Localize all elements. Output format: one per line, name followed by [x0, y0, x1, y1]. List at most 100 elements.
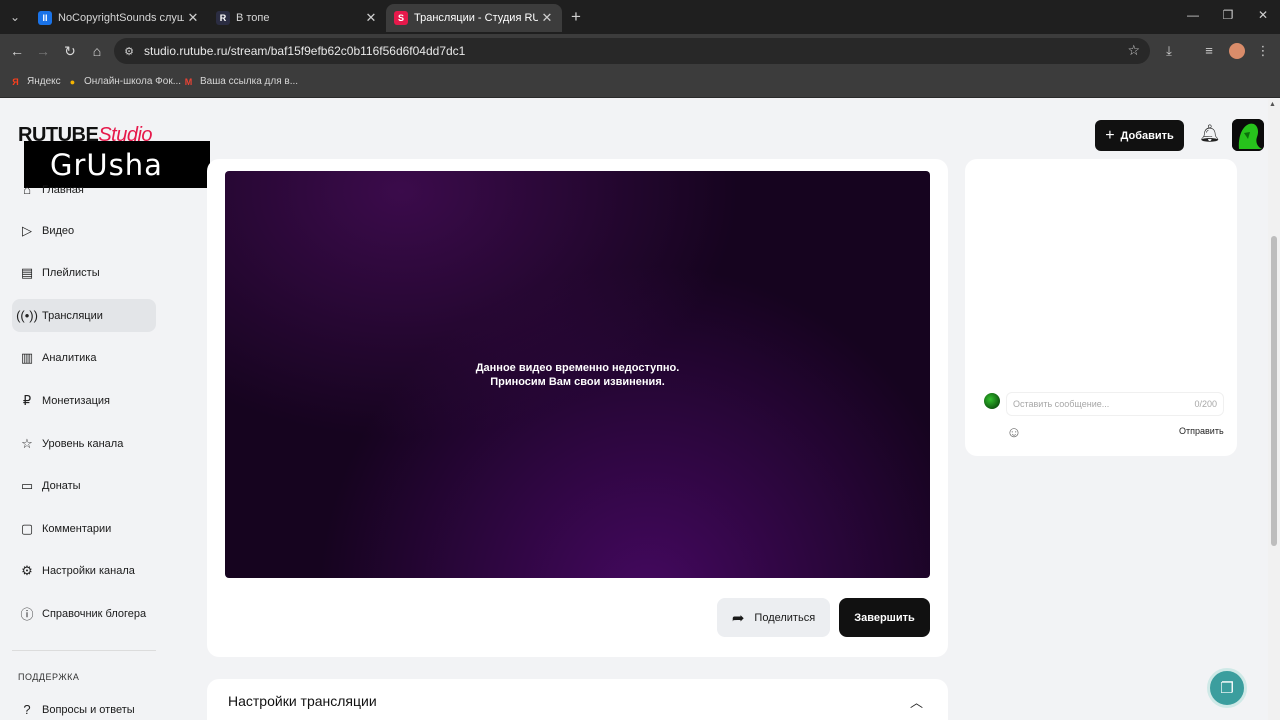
scroll-up-arrow-icon[interactable]: ▲ — [1269, 101, 1276, 108]
ruble-icon: ₽ — [22, 392, 32, 408]
window-close-icon[interactable]: ✕ — [1254, 8, 1272, 22]
notifications-bell-icon[interactable]: 🔔︎ — [1199, 124, 1221, 144]
sidebar-item-donations[interactable]: ▭ Донаты — [12, 469, 156, 502]
char-counter: 0/200 — [1194, 399, 1217, 409]
bookmark-star-icon[interactable]: ☆ — [1127, 42, 1140, 59]
sidebar-item-video[interactable]: ▷ Видео — [12, 214, 156, 247]
add-button[interactable]: + Добавить — [1095, 120, 1184, 151]
sidebar-item-label: Главная — [42, 183, 84, 196]
chat-user-avatar — [984, 393, 1000, 409]
chat-message-input[interactable] — [1013, 399, 1195, 409]
close-icon[interactable]: ✕ — [362, 10, 380, 26]
restore-icon[interactable]: ❐ — [1219, 8, 1237, 22]
sidebar-item-comments[interactable]: ▢ Комментарии — [12, 512, 156, 545]
support-chat-fab[interactable]: ❐ — [1207, 668, 1247, 708]
sidebar-divider — [12, 650, 156, 651]
chat-bubbles-icon: ❐ — [1220, 680, 1234, 697]
sidebar-item-label: Плейлисты — [42, 266, 100, 279]
sidebar-item-analytics[interactable]: ▥ Аналитика — [12, 341, 156, 374]
bookmark-item[interactable]: M Ваша ссылка для в... — [182, 75, 298, 88]
sidebar-item-label: Видео — [42, 224, 75, 237]
menu-icon[interactable]: ⋮ — [1254, 43, 1272, 59]
share-button-label: Поделиться — [754, 611, 816, 624]
user-avatar[interactable] — [1232, 119, 1264, 151]
sidebar-item-broadcasts[interactable]: ((•)) Трансляции — [12, 299, 156, 332]
yandex-icon: Я — [12, 76, 19, 87]
playlist-icon: ▤ — [20, 264, 34, 280]
minimize-icon[interactable]: — — [1184, 8, 1202, 22]
sidebar-item-label: Донаты — [42, 479, 81, 492]
tab-search-icon[interactable]: ⌄ — [4, 6, 26, 28]
sidebar-item-playlists[interactable]: ▤ Плейлисты — [12, 256, 156, 289]
tab-title: Трансляции - Студия RUTUBE — [414, 12, 538, 24]
bookmark-item[interactable]: ● Онлайн-школа Фок... — [66, 75, 181, 88]
site-settings-icon[interactable]: ⚙ — [114, 45, 144, 58]
share-button[interactable]: ➦ Поделиться — [717, 598, 830, 637]
chat-message-field[interactable]: 0/200 — [1006, 392, 1224, 416]
new-tab-icon[interactable]: + — [566, 7, 586, 27]
sidebar-item-monetization[interactable]: ₽ Монетизация — [12, 384, 156, 417]
bookmarks-bar: Я Яндекс ● Онлайн-школа Фок... M Ваша сс… — [0, 68, 1280, 98]
sidebar-item-channel-level[interactable]: ☆ Уровень канала — [12, 427, 156, 460]
chevron-up-icon[interactable]: ︿ — [910, 692, 923, 711]
finish-stream-button[interactable]: Завершить — [839, 598, 930, 637]
school-icon: ● — [69, 76, 76, 87]
browser-toolbar: ← → ↻ ⌂ ⚙ studio.rutube.ru/stream/baf15f… — [0, 34, 1280, 68]
home-icon[interactable]: ⌂ — [88, 43, 106, 59]
sidebar-item-channel-settings[interactable]: ⚙ Настройки канала — [12, 554, 156, 587]
home-icon: ⌂ — [23, 182, 31, 197]
sidebar-item-label: Аналитика — [42, 351, 97, 364]
close-icon[interactable]: ✕ — [184, 10, 202, 26]
reload-icon[interactable]: ↻ — [61, 43, 79, 59]
tab-favicon: S — [394, 11, 408, 25]
sidebar-item-label: Уровень канала — [42, 437, 124, 450]
studio-page: RUTUBEStudio GrUsha ⌂ Главная ▷ Видео ▤ … — [0, 99, 1268, 720]
browser-tab[interactable]: II NoCopyrightSounds слушать о ✕ — [30, 4, 208, 32]
reading-list-icon[interactable]: ≡ — [1200, 43, 1218, 58]
send-button[interactable]: Отправить — [1179, 426, 1224, 436]
player-message: Данное видео временно недоступно. Принос… — [476, 361, 680, 389]
help-icon: ? — [23, 702, 31, 717]
browser-tab[interactable]: R В топе ✕ — [208, 4, 386, 32]
share-icon: ➦ — [731, 609, 745, 627]
stream-settings-title: Настройки трансляции — [228, 693, 377, 709]
emoji-icon[interactable]: ☺ — [1005, 424, 1023, 441]
plus-icon: + — [1105, 126, 1115, 144]
browser-tab-bar: ⌄ II NoCopyrightSounds слушать о ✕ R В т… — [0, 0, 1280, 34]
video-player[interactable]: Данное видео временно недоступно. Принос… — [225, 171, 930, 578]
profile-avatar[interactable] — [1229, 43, 1245, 59]
add-button-label: Добавить — [1120, 129, 1174, 142]
sidebar-item-label: Настройки канала — [42, 564, 135, 577]
info-icon: ⓘ — [20, 607, 34, 622]
tab-favicon: R — [216, 11, 230, 25]
back-icon[interactable]: ← — [8, 43, 26, 59]
close-icon[interactable]: ✕ — [538, 10, 556, 26]
sidebar-item-label: Трансляции — [42, 309, 103, 322]
broadcast-icon: ((•)) — [16, 308, 38, 323]
sidebar-item-label: Справочник блогера — [42, 607, 147, 620]
address-bar[interactable]: ⚙ studio.rutube.ru/stream/baf15f9efb62c0… — [114, 38, 1150, 64]
video-icon: ▷ — [22, 222, 32, 238]
sidebar-item-home[interactable]: ⌂ Главная — [12, 173, 156, 206]
sidebar-item-faq[interactable]: ? Вопросы и ответы — [12, 693, 156, 720]
url-text: studio.rutube.ru/stream/baf15f9efb62c0b1… — [144, 44, 466, 58]
bookmark-label: Ваша ссылка для в... — [200, 76, 299, 87]
wallet-icon: ▭ — [20, 477, 34, 493]
gmail-icon: M — [184, 76, 193, 87]
bookmark-label: Онлайн-школа Фок... — [84, 76, 182, 87]
tab-title: В топе — [236, 12, 270, 24]
sidebar-item-creator-guide[interactable]: ⓘ Справочник блогера — [12, 597, 156, 630]
browser-tab-active[interactable]: S Трансляции - Студия RUTUBE ✕ — [386, 4, 562, 32]
avatar-image — [1232, 119, 1264, 151]
analytics-icon: ▥ — [20, 349, 34, 365]
comment-icon: ▢ — [20, 520, 34, 536]
forward-icon[interactable]: → — [34, 43, 52, 59]
star-icon: ☆ — [21, 435, 33, 451]
support-heading: ПОДДЕРЖКА — [18, 672, 80, 682]
bookmark-item[interactable]: Я Яндекс — [9, 75, 60, 88]
download-icon[interactable]: ⤓ — [1160, 43, 1178, 59]
player-message-line: Приносим Вам свои извинения. — [490, 375, 665, 388]
page-scrollbar-thumb[interactable] — [1271, 236, 1277, 546]
player-message-line: Данное видео временно недоступно. — [475, 361, 680, 374]
tab-title: NoCopyrightSounds слушать о — [58, 12, 184, 24]
